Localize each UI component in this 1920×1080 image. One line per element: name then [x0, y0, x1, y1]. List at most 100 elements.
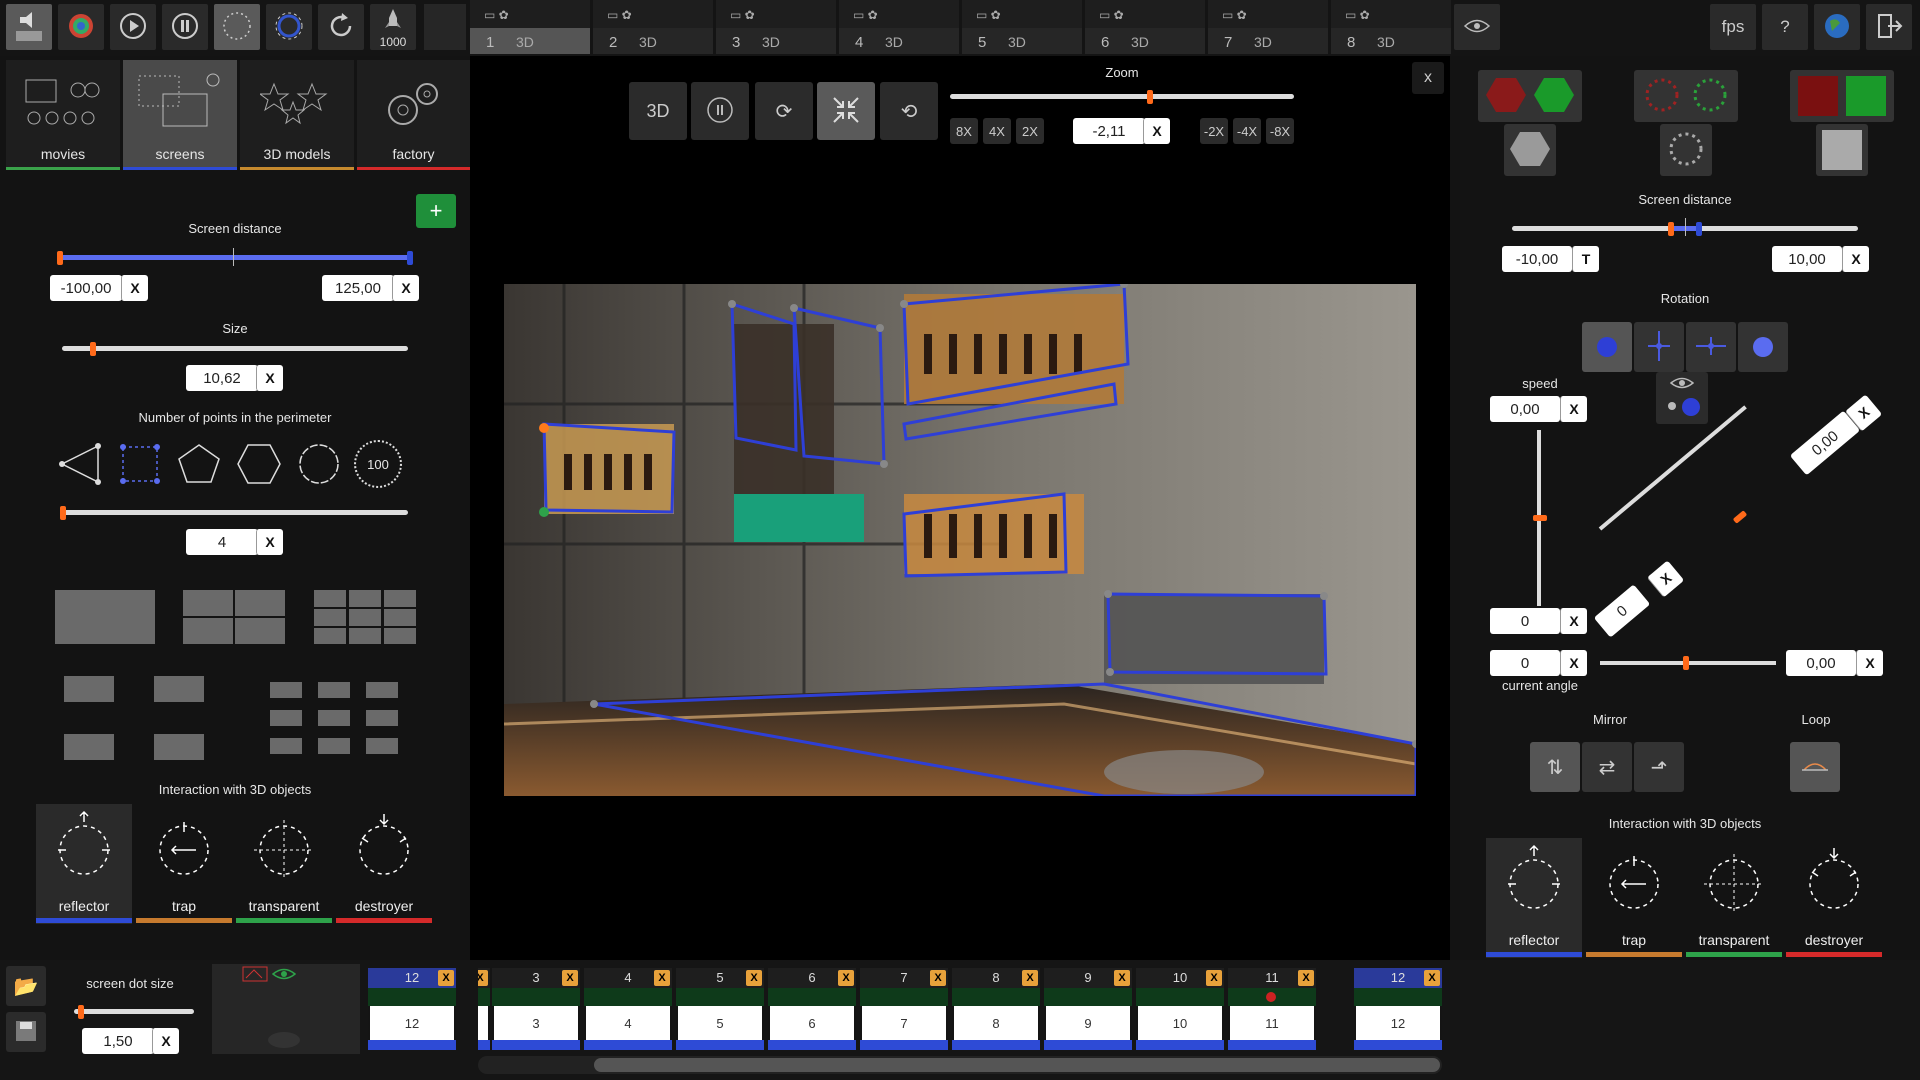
sound-button[interactable]: [6, 4, 52, 50]
color-wheel-button[interactable]: [58, 4, 104, 50]
rotation-mode-2[interactable]: [1634, 322, 1684, 372]
screen-preview-thumb[interactable]: [212, 964, 360, 1054]
right-destroyer-mode[interactable]: destroyer: [1786, 838, 1882, 958]
gear-points-button[interactable]: [266, 4, 312, 50]
screen-card-2[interactable]: 2X2: [478, 968, 490, 1050]
dot-size-field[interactable]: 1,50: [82, 1028, 154, 1054]
speed-clear[interactable]: X: [1560, 396, 1587, 422]
triangle-points-icon[interactable]: [58, 442, 102, 489]
screen-tab-8[interactable]: ▭ ✿ 8 3D: [1331, 0, 1451, 54]
right-distance-min-toggle[interactable]: T: [1572, 246, 1599, 272]
screen-card-close-icon[interactable]: X: [930, 970, 946, 986]
perimeter-slider[interactable]: [62, 510, 408, 515]
screen-card-4[interactable]: 4X4: [584, 968, 672, 1050]
save-project-button[interactable]: [6, 1012, 46, 1052]
dot-size-slider[interactable]: [74, 1009, 194, 1014]
mode-tab-screens[interactable]: screens: [123, 60, 237, 170]
zoom-minus-2x-button[interactable]: -2X: [1200, 118, 1228, 144]
horizontal-rotation-clear[interactable]: X: [1856, 650, 1883, 676]
screen-card-12[interactable]: 12 X 12: [1354, 968, 1442, 1050]
square-colors[interactable]: [1790, 70, 1894, 122]
screen-distance-max-knob[interactable]: [407, 251, 413, 265]
vertical-rotation-field[interactable]: 0: [1490, 608, 1560, 634]
left-trap-mode[interactable]: trap: [136, 804, 232, 924]
viewer-orbit-button[interactable]: ⟳: [755, 82, 813, 140]
viewer-reset-button[interactable]: ⟲: [880, 82, 938, 140]
projection-preview-image[interactable]: [504, 284, 1416, 796]
screen-tab-3[interactable]: ▭ ✿ 3 3D: [716, 0, 836, 54]
screen-strip-scrollbar[interactable]: [478, 1056, 1442, 1074]
perimeter-field[interactable]: 4: [186, 529, 258, 555]
viewer-pause-button[interactable]: [691, 82, 749, 140]
mirror-both-button[interactable]: ⬏: [1634, 742, 1684, 792]
fps-button[interactable]: fps: [1710, 4, 1756, 50]
screen-card-close-icon[interactable]: X: [654, 970, 670, 986]
vertical-rotation-knob[interactable]: [1533, 515, 1547, 521]
layout-1x1[interactable]: [55, 590, 155, 644]
right-distance-max-field[interactable]: 10,00: [1772, 246, 1842, 272]
screen-tab-5[interactable]: ▭ ✿ 5 3D: [962, 0, 1082, 54]
zoom-2x-button[interactable]: 2X: [1016, 118, 1044, 144]
dotted-circle-colors[interactable]: [1634, 70, 1738, 122]
perimeter-knob[interactable]: [60, 506, 66, 520]
screen-card-7[interactable]: 7X7: [860, 968, 948, 1050]
right-distance-min-knob[interactable]: [1668, 222, 1674, 236]
size-knob[interactable]: [90, 342, 96, 356]
dot-size-clear[interactable]: X: [152, 1028, 179, 1054]
zoom-field[interactable]: -2,11: [1073, 118, 1145, 144]
dot-size-knob[interactable]: [78, 1005, 84, 1019]
mode-tab-3d-models[interactable]: 3D models: [240, 60, 354, 170]
rotation-visibility-toggle[interactable]: [1656, 372, 1708, 424]
red-hexagon-color[interactable]: [1478, 70, 1582, 122]
screen-tab-7[interactable]: ▭ ✿ 7 3D: [1208, 0, 1328, 54]
right-transparent-mode[interactable]: transparent: [1686, 838, 1782, 958]
right-distance-max-knob[interactable]: [1696, 222, 1702, 236]
screen-distance-min-clear[interactable]: X: [121, 275, 148, 301]
size-clear[interactable]: X: [256, 365, 283, 391]
square-points-icon[interactable]: [118, 442, 162, 489]
screen-card-close-icon[interactable]: X: [562, 970, 578, 986]
screen-tab-4[interactable]: ▭ ✿ 4 3D: [839, 0, 959, 54]
screen-distance-max-field[interactable]: 125,00: [322, 275, 394, 301]
scrollbar-thumb[interactable]: [594, 1058, 1440, 1072]
screen-card-close-icon[interactable]: X: [1206, 970, 1222, 986]
screen-distance-min-knob[interactable]: [57, 251, 63, 265]
layout-spaced-3x3[interactable]: [270, 682, 402, 756]
mirror-horizontal-button[interactable]: ⇄: [1582, 742, 1632, 792]
horizontal-rotation-field[interactable]: 0,00: [1786, 650, 1856, 676]
vertical-rotation-clear[interactable]: X: [1560, 608, 1587, 634]
right-distance-max-clear[interactable]: X: [1842, 246, 1869, 272]
pause-button[interactable]: [162, 4, 208, 50]
rotation-mode-3[interactable]: [1686, 322, 1736, 372]
hexagon-points-icon[interactable]: [236, 442, 282, 489]
screen-card-close-icon[interactable]: X: [438, 970, 454, 986]
screen-card-close-icon[interactable]: X: [1114, 970, 1130, 986]
add-screen-button[interactable]: +: [416, 194, 456, 228]
right-reflector-mode[interactable]: reflector: [1486, 838, 1582, 958]
grey-hexagon-button[interactable]: [1504, 124, 1556, 176]
left-destroyer-mode[interactable]: destroyer: [336, 804, 432, 924]
layout-2x2[interactable]: [183, 590, 285, 644]
perimeter-clear[interactable]: X: [256, 529, 283, 555]
screen-card-10[interactable]: 10 X 10: [1136, 968, 1224, 1050]
selected-screen-card[interactable]: 12 X 12: [368, 968, 456, 1050]
layout-spaced-2x2[interactable]: [64, 676, 206, 762]
screen-card-close-icon[interactable]: X: [1298, 970, 1314, 986]
screen-card-close-icon[interactable]: X: [746, 970, 762, 986]
rocket-button[interactable]: 1000: [370, 4, 416, 50]
screen-tab-6[interactable]: ▭ ✿ 6 3D: [1085, 0, 1205, 54]
pentagon-points-icon[interactable]: [176, 442, 222, 489]
screen-card-close-icon[interactable]: X: [1424, 970, 1440, 986]
loop-button[interactable]: [1790, 742, 1840, 792]
screen-card-close-icon[interactable]: X: [838, 970, 854, 986]
zoom-minus-8x-button[interactable]: -8X: [1266, 118, 1294, 144]
screen-card-6[interactable]: 6X6: [768, 968, 856, 1050]
viewer-close-button[interactable]: x: [1412, 62, 1444, 94]
visibility-button[interactable]: [1454, 4, 1500, 50]
screen-points-button[interactable]: [214, 4, 260, 50]
mode-tab-movies[interactable]: movies: [6, 60, 120, 170]
screen-distance-slider[interactable]: [60, 255, 410, 260]
grey-dotted-circle-button[interactable]: [1660, 124, 1712, 176]
speed-field[interactable]: 0,00: [1490, 396, 1560, 422]
mode-tab-factory[interactable]: factory: [357, 60, 470, 170]
